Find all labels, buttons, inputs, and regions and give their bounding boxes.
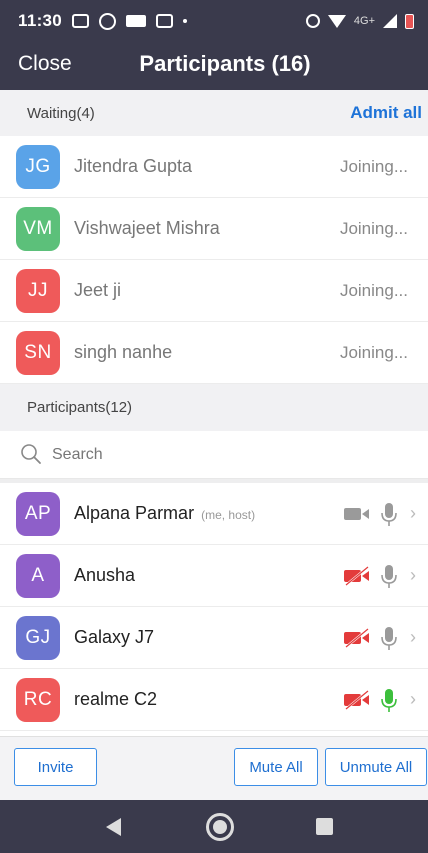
avatar: A [16,553,60,598]
participants-section-header: Participants(12) [0,384,428,431]
mute-all-button[interactable]: Mute All [234,748,318,786]
participant-name: Anusha [74,565,136,585]
sim-icon [72,14,90,28]
video-off-icon[interactable] [342,565,372,586]
video-off-icon[interactable] [342,689,372,710]
video-on-icon[interactable] [342,504,372,524]
waiting-row[interactable]: JJ Jeet ji Joining... [0,260,428,322]
back-icon[interactable] [106,818,121,836]
battery-icon [405,13,414,29]
wifi-icon [327,14,346,28]
status-left: 11:30 [18,11,188,31]
signal-icon [383,14,397,28]
app-header: Close Participants (16) [0,42,428,90]
chevron-right-icon[interactable]: › [410,627,416,648]
page-title: Participants (16) [139,51,311,76]
joining-status: Joining... [339,156,408,176]
participant-name: Alpana Parmar (me, host) [74,503,256,523]
waiting-row[interactable]: SN singh nanhe Joining... [0,322,428,384]
whatsapp-icon [99,12,117,30]
participant-name: Galaxy J7 [74,627,155,647]
chevron-right-icon[interactable]: › [410,503,416,524]
participant-row[interactable]: RC realme C2 › [0,669,428,731]
participant-name: realme C2 [74,689,158,709]
participant-name: singh nanhe [74,342,173,362]
status-time: 11:30 [18,11,63,30]
host-tag: (me, host) [201,508,256,522]
notification-dot-icon [183,19,188,23]
search-bar [0,431,428,479]
participant-row[interactable]: AP Alpana Parmar (me, host) › [0,483,428,545]
avatar: VM [16,206,60,251]
chevron-right-icon[interactable]: › [410,689,416,710]
mic-muted-icon[interactable] [380,563,398,589]
waiting-row[interactable]: VM Vishwajeet Mishra Joining... [0,198,428,260]
participant-controls: › [342,687,416,713]
unmute-all-button[interactable]: Unmute All [325,748,427,786]
camera-icon [156,14,174,28]
android-nav-bar [0,800,428,853]
waiting-section-header: Waiting(4) Admit all [0,90,428,136]
avatar: RC [16,677,60,722]
joining-status: Joining... [339,218,408,238]
joining-status: Joining... [339,342,408,362]
chevron-right-icon[interactable]: › [410,565,416,586]
home-icon[interactable] [206,813,234,841]
search-input[interactable] [52,441,392,469]
recent-apps-icon[interactable] [316,818,333,835]
participant-row[interactable]: GJ Galaxy J7 › [0,607,428,669]
lte-label: 4G+ [353,15,375,27]
avatar: AP [16,491,60,536]
admit-all-button[interactable]: Admit all [350,103,422,123]
participant-controls: › [342,625,416,651]
hotspot-icon [305,14,320,28]
mic-active-icon[interactable] [380,687,398,713]
participant-name: Vishwajeet Mishra [74,218,220,238]
participant-name: Jitendra Gupta [74,156,193,176]
participant-name: Jeet ji [74,280,122,300]
participant-controls: › [342,563,416,589]
waiting-label: Waiting(4) [27,104,95,122]
status-right: 4G+ [305,13,414,29]
search-icon [21,444,41,464]
avatar: JG [16,144,60,189]
participants-screen: 11:30 4G+ Close Participants (16) Waitin… [0,0,428,853]
waiting-row[interactable]: JG Jitendra Gupta Joining... [0,136,428,198]
participant-row[interactable]: A Anusha › [0,545,428,607]
joining-status: Joining... [339,280,408,300]
status-bar: 11:30 4G+ [0,0,428,42]
video-off-icon[interactable] [342,627,372,648]
avatar: JJ [16,268,60,313]
video-camera-icon [126,15,147,27]
invite-button[interactable]: Invite [14,748,97,786]
participants-label: Participants(12) [27,399,133,416]
avatar: GJ [16,615,60,660]
avatar: SN [16,330,60,375]
bottom-action-bar: Invite Mute All Unmute All [0,736,428,800]
mic-muted-icon[interactable] [380,501,398,527]
participant-controls: › [342,501,416,527]
mic-muted-icon[interactable] [380,625,398,651]
